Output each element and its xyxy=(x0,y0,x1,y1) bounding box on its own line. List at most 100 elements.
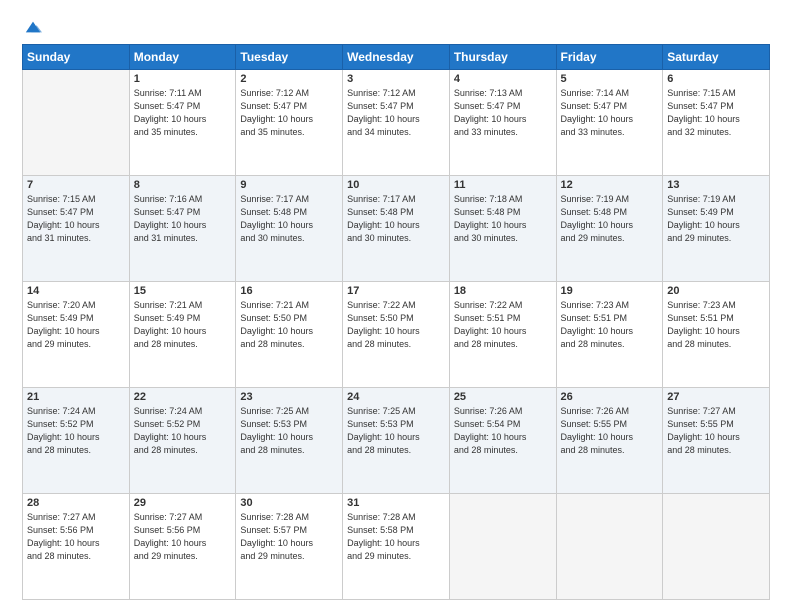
calendar-cell: 2 Sunrise: 7:12 AM Sunset: 5:47 PM Daylig… xyxy=(236,70,343,176)
calendar-cell: 30 Sunrise: 7:28 AM Sunset: 5:57 PM Dayli… xyxy=(236,494,343,600)
day-info: Sunrise: 7:11 AM Sunset: 5:47 PM Dayligh… xyxy=(134,87,232,139)
day-info: Sunrise: 7:16 AM Sunset: 5:47 PM Dayligh… xyxy=(134,193,232,245)
day-number: 10 xyxy=(347,179,445,191)
day-info: Sunrise: 7:18 AM Sunset: 5:48 PM Dayligh… xyxy=(454,193,552,245)
day-number: 5 xyxy=(561,73,659,85)
day-number: 17 xyxy=(347,285,445,297)
day-info: Sunrise: 7:26 AM Sunset: 5:54 PM Dayligh… xyxy=(454,405,552,457)
day-info: Sunrise: 7:25 AM Sunset: 5:53 PM Dayligh… xyxy=(347,405,445,457)
day-info: Sunrise: 7:22 AM Sunset: 5:50 PM Dayligh… xyxy=(347,299,445,351)
day-info: Sunrise: 7:22 AM Sunset: 5:51 PM Dayligh… xyxy=(454,299,552,351)
day-number: 1 xyxy=(134,73,232,85)
col-header-monday: Monday xyxy=(129,45,236,70)
col-header-friday: Friday xyxy=(556,45,663,70)
calendar-week-row: 1 Sunrise: 7:11 AM Sunset: 5:47 PM Daylig… xyxy=(23,70,770,176)
calendar-cell: 24Sunrise: 7:25 AM Sunset: 5:53 PM Dayli… xyxy=(343,388,450,494)
calendar-cell: 28 Sunrise: 7:27 AM Sunset: 5:56 PM Dayli… xyxy=(23,494,130,600)
calendar-week-row: 21 Sunrise: 7:24 AM Sunset: 5:52 PM Dayli… xyxy=(23,388,770,494)
day-info: Sunrise: 7:14 AM Sunset: 5:47 PM Dayligh… xyxy=(561,87,659,139)
day-info: Sunrise: 7:28 AM Sunset: 5:57 PM Dayligh… xyxy=(240,511,338,563)
calendar-cell: 3 Sunrise: 7:12 AM Sunset: 5:47 PM Daylig… xyxy=(343,70,450,176)
day-info: Sunrise: 7:13 AM Sunset: 5:47 PM Dayligh… xyxy=(454,87,552,139)
calendar-cell: 6 Sunrise: 7:15 AM Sunset: 5:47 PM Daylig… xyxy=(663,70,770,176)
day-info: Sunrise: 7:24 AM Sunset: 5:52 PM Dayligh… xyxy=(134,405,232,457)
day-number: 29 xyxy=(134,497,232,509)
day-number: 4 xyxy=(454,73,552,85)
calendar-week-row: 7 Sunrise: 7:15 AM Sunset: 5:47 PM Daylig… xyxy=(23,176,770,282)
day-number: 12 xyxy=(561,179,659,191)
day-info: Sunrise: 7:12 AM Sunset: 5:47 PM Dayligh… xyxy=(240,87,338,139)
day-number: 11 xyxy=(454,179,552,191)
calendar-cell: 26 Sunrise: 7:26 AM Sunset: 5:55 PM Dayli… xyxy=(556,388,663,494)
day-info: Sunrise: 7:24 AM Sunset: 5:52 PM Dayligh… xyxy=(27,405,125,457)
calendar-cell: 13 Sunrise: 7:19 AM Sunset: 5:49 PM Dayli… xyxy=(663,176,770,282)
day-info: Sunrise: 7:28 AM Sunset: 5:58 PM Dayligh… xyxy=(347,511,445,563)
day-number: 7 xyxy=(27,179,125,191)
col-header-sunday: Sunday xyxy=(23,45,130,70)
day-number: 2 xyxy=(240,73,338,85)
day-info: Sunrise: 7:20 AM Sunset: 5:49 PM Dayligh… xyxy=(27,299,125,351)
calendar-cell xyxy=(663,494,770,600)
day-info: Sunrise: 7:27 AM Sunset: 5:56 PM Dayligh… xyxy=(134,511,232,563)
calendar-cell: 22 Sunrise: 7:24 AM Sunset: 5:52 PM Dayli… xyxy=(129,388,236,494)
calendar-cell: 4 Sunrise: 7:13 AM Sunset: 5:47 PM Daylig… xyxy=(449,70,556,176)
day-number: 21 xyxy=(27,391,125,403)
calendar-cell: 11 Sunrise: 7:18 AM Sunset: 5:48 PM Dayli… xyxy=(449,176,556,282)
day-number: 27 xyxy=(667,391,765,403)
day-number: 25 xyxy=(454,391,552,403)
calendar-cell xyxy=(556,494,663,600)
calendar-cell: 16Sunrise: 7:21 AM Sunset: 5:50 PM Dayli… xyxy=(236,282,343,388)
day-info: Sunrise: 7:21 AM Sunset: 5:49 PM Dayligh… xyxy=(134,299,232,351)
day-info: Sunrise: 7:23 AM Sunset: 5:51 PM Dayligh… xyxy=(667,299,765,351)
day-info: Sunrise: 7:25 AM Sunset: 5:53 PM Dayligh… xyxy=(240,405,338,457)
calendar-cell: 7 Sunrise: 7:15 AM Sunset: 5:47 PM Daylig… xyxy=(23,176,130,282)
day-number: 9 xyxy=(240,179,338,191)
col-header-wednesday: Wednesday xyxy=(343,45,450,70)
day-number: 20 xyxy=(667,285,765,297)
day-number: 19 xyxy=(561,285,659,297)
day-number: 30 xyxy=(240,497,338,509)
calendar-table: SundayMondayTuesdayWednesdayThursdayFrid… xyxy=(22,44,770,600)
day-number: 26 xyxy=(561,391,659,403)
col-header-tuesday: Tuesday xyxy=(236,45,343,70)
day-info: Sunrise: 7:19 AM Sunset: 5:49 PM Dayligh… xyxy=(667,193,765,245)
page: SundayMondayTuesdayWednesdayThursdayFrid… xyxy=(0,0,792,612)
calendar-cell xyxy=(23,70,130,176)
calendar-cell: 25 Sunrise: 7:26 AM Sunset: 5:54 PM Dayli… xyxy=(449,388,556,494)
calendar-cell: 21 Sunrise: 7:24 AM Sunset: 5:52 PM Dayli… xyxy=(23,388,130,494)
day-info: Sunrise: 7:15 AM Sunset: 5:47 PM Dayligh… xyxy=(667,87,765,139)
header xyxy=(22,18,770,36)
day-number: 31 xyxy=(347,497,445,509)
day-number: 13 xyxy=(667,179,765,191)
day-info: Sunrise: 7:17 AM Sunset: 5:48 PM Dayligh… xyxy=(347,193,445,245)
day-number: 6 xyxy=(667,73,765,85)
day-number: 3 xyxy=(347,73,445,85)
day-info: Sunrise: 7:23 AM Sunset: 5:51 PM Dayligh… xyxy=(561,299,659,351)
day-info: Sunrise: 7:26 AM Sunset: 5:55 PM Dayligh… xyxy=(561,405,659,457)
day-number: 16 xyxy=(240,285,338,297)
day-number: 15 xyxy=(134,285,232,297)
calendar-cell: 1 Sunrise: 7:11 AM Sunset: 5:47 PM Daylig… xyxy=(129,70,236,176)
calendar-cell: 31 Sunrise: 7:28 AM Sunset: 5:58 PM Dayli… xyxy=(343,494,450,600)
calendar-cell: 12 Sunrise: 7:19 AM Sunset: 5:48 PM Dayli… xyxy=(556,176,663,282)
day-number: 28 xyxy=(27,497,125,509)
calendar-cell: 23 Sunrise: 7:25 AM Sunset: 5:53 PM Dayli… xyxy=(236,388,343,494)
calendar-cell: 20 Sunrise: 7:23 AM Sunset: 5:51 PM Dayli… xyxy=(663,282,770,388)
day-info: Sunrise: 7:15 AM Sunset: 5:47 PM Dayligh… xyxy=(27,193,125,245)
col-header-thursday: Thursday xyxy=(449,45,556,70)
day-info: Sunrise: 7:12 AM Sunset: 5:47 PM Dayligh… xyxy=(347,87,445,139)
calendar-cell: 17 Sunrise: 7:22 AM Sunset: 5:50 PM Dayli… xyxy=(343,282,450,388)
day-number: 22 xyxy=(134,391,232,403)
calendar-cell: 15 Sunrise: 7:21 AM Sunset: 5:49 PM Dayli… xyxy=(129,282,236,388)
day-info: Sunrise: 7:19 AM Sunset: 5:48 PM Dayligh… xyxy=(561,193,659,245)
day-info: Sunrise: 7:17 AM Sunset: 5:48 PM Dayligh… xyxy=(240,193,338,245)
calendar-header-row: SundayMondayTuesdayWednesdayThursdayFrid… xyxy=(23,45,770,70)
day-info: Sunrise: 7:27 AM Sunset: 5:55 PM Dayligh… xyxy=(667,405,765,457)
day-number: 18 xyxy=(454,285,552,297)
day-info: Sunrise: 7:27 AM Sunset: 5:56 PM Dayligh… xyxy=(27,511,125,563)
calendar-cell: 9 Sunrise: 7:17 AM Sunset: 5:48 PM Daylig… xyxy=(236,176,343,282)
day-number: 23 xyxy=(240,391,338,403)
logo-icon xyxy=(24,18,42,36)
day-number: 14 xyxy=(27,285,125,297)
logo xyxy=(22,18,42,36)
